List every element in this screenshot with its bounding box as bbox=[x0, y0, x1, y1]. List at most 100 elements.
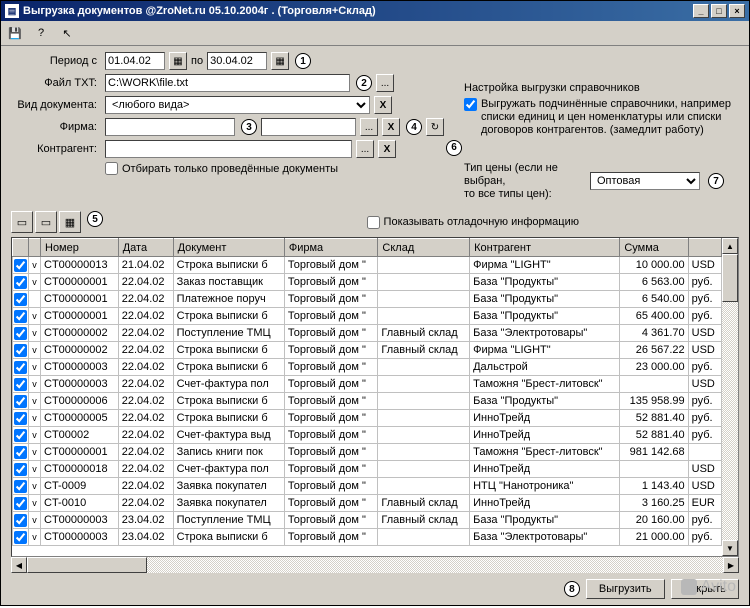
cell-contractor: ИнноТрейд bbox=[470, 410, 620, 427]
table-row[interactable]: vCT0000000122.04.02Заказ поставщикТоргов… bbox=[13, 274, 722, 291]
table-row[interactable]: vCT0000000622.04.02Строка выписки бТорго… bbox=[13, 393, 722, 410]
cell-doc: Заявка покупател bbox=[173, 495, 284, 512]
contractor-clear-button[interactable]: X bbox=[378, 140, 396, 158]
row-checkbox[interactable] bbox=[14, 412, 27, 425]
row-checkbox[interactable] bbox=[14, 378, 27, 391]
row-checkbox[interactable] bbox=[14, 361, 27, 374]
cell-contractor: База "Продукты" bbox=[470, 274, 620, 291]
vertical-scrollbar[interactable]: ▲ ▼ bbox=[722, 238, 738, 556]
row-checkbox[interactable] bbox=[14, 480, 27, 493]
price-type-select[interactable]: Оптовая bbox=[590, 172, 700, 190]
column-header[interactable]: Дата bbox=[118, 239, 173, 257]
row-posted-mark: v bbox=[29, 257, 41, 274]
minimize-button[interactable]: _ bbox=[693, 4, 709, 18]
column-header[interactable] bbox=[688, 239, 721, 257]
window: ▤ Выгрузка документов @ZroNet.ru 05.10.2… bbox=[0, 0, 750, 606]
file-browse-button[interactable]: ... bbox=[376, 74, 394, 92]
cell-currency: руб. bbox=[688, 393, 721, 410]
cell-sum: 21 000.00 bbox=[620, 529, 688, 546]
cell-currency: руб. bbox=[688, 427, 721, 444]
calendar-to-button[interactable]: ▦ bbox=[271, 52, 289, 70]
doctype-select[interactable]: <любого вида> bbox=[105, 96, 370, 114]
cell-num: CT00000018 bbox=[41, 461, 119, 478]
arrow-icon[interactable]: ↖ bbox=[57, 23, 77, 43]
titlebar[interactable]: ▤ Выгрузка документов @ZroNet.ru 05.10.2… bbox=[1, 1, 749, 21]
row-checkbox[interactable] bbox=[14, 446, 27, 459]
grid-btn-2[interactable]: ▭ bbox=[35, 211, 57, 233]
contractor-browse-button[interactable]: ... bbox=[356, 140, 374, 158]
calendar-from-button[interactable]: ▦ bbox=[169, 52, 187, 70]
row-checkbox[interactable] bbox=[14, 514, 27, 527]
cell-sum: 20 160.00 bbox=[620, 512, 688, 529]
column-header[interactable]: Номер bbox=[41, 239, 119, 257]
column-header[interactable]: Склад bbox=[378, 239, 470, 257]
table-row[interactable]: vCT0000000322.04.02Строка выписки бТорго… bbox=[13, 359, 722, 376]
table-row[interactable]: vCT0000001321.04.02Строка выписки бТорго… bbox=[13, 257, 722, 274]
cell-currency: руб. bbox=[688, 512, 721, 529]
column-header[interactable] bbox=[29, 239, 41, 257]
table-row[interactable]: vCT0000000323.04.02Поступление ТМЦТоргов… bbox=[13, 512, 722, 529]
file-input[interactable] bbox=[105, 74, 350, 92]
period-from-input[interactable] bbox=[105, 52, 165, 70]
table-row[interactable]: vCT0000000222.04.02Поступление ТМЦТоргов… bbox=[13, 325, 722, 342]
table-row[interactable]: vCT0000000122.04.02Запись книги покТорго… bbox=[13, 444, 722, 461]
scroll-thumb[interactable] bbox=[722, 254, 738, 302]
column-header[interactable] bbox=[13, 239, 29, 257]
save-icon[interactable]: 💾 bbox=[5, 23, 25, 43]
row-posted-mark: v bbox=[29, 393, 41, 410]
cell-num: CT00000005 bbox=[41, 410, 119, 427]
contractor-input[interactable] bbox=[105, 140, 352, 158]
firm-input-2[interactable] bbox=[261, 118, 356, 136]
firm-browse-button[interactable]: ... bbox=[360, 118, 378, 136]
show-debug-checkbox[interactable] bbox=[367, 216, 380, 229]
only-posted-checkbox[interactable] bbox=[105, 162, 118, 175]
table-row[interactable]: vCT0000000522.04.02Строка выписки бТорго… bbox=[13, 410, 722, 427]
table-row[interactable]: vCT0000001822.04.02Счет-фактура полТорго… bbox=[13, 461, 722, 478]
close-button[interactable]: × bbox=[729, 4, 745, 18]
period-to-input[interactable] bbox=[207, 52, 267, 70]
scroll-down-button[interactable]: ▼ bbox=[722, 540, 738, 556]
export-child-checkbox[interactable] bbox=[464, 98, 477, 111]
firm-input[interactable] bbox=[105, 118, 235, 136]
row-checkbox[interactable] bbox=[14, 531, 27, 544]
column-header[interactable]: Контрагент bbox=[470, 239, 620, 257]
row-checkbox[interactable] bbox=[14, 293, 27, 306]
table-row[interactable]: vCT-000922.04.02Заявка покупателТорговый… bbox=[13, 478, 722, 495]
scroll-right-button[interactable]: ▶ bbox=[723, 557, 739, 573]
scroll-left-button[interactable]: ◀ bbox=[11, 557, 27, 573]
grid-btn-3[interactable]: ▦ bbox=[59, 211, 81, 233]
table-row[interactable]: vCT0000222.04.02Счет-фактура выдТорговый… bbox=[13, 427, 722, 444]
help-icon[interactable]: ? bbox=[31, 23, 51, 43]
firm-clear-button[interactable]: X bbox=[382, 118, 400, 136]
column-header[interactable]: Сумма bbox=[620, 239, 688, 257]
row-checkbox[interactable] bbox=[14, 429, 27, 442]
row-checkbox[interactable] bbox=[14, 497, 27, 510]
row-checkbox[interactable] bbox=[14, 310, 27, 323]
column-header[interactable]: Документ bbox=[173, 239, 284, 257]
column-header[interactable]: Фирма bbox=[284, 239, 378, 257]
row-checkbox[interactable] bbox=[14, 276, 27, 289]
scroll-up-button[interactable]: ▲ bbox=[722, 238, 738, 254]
maximize-button[interactable]: □ bbox=[711, 4, 727, 18]
period-from-label: Период с bbox=[11, 55, 101, 67]
table-row[interactable]: vCT0000000222.04.02Строка выписки бТорго… bbox=[13, 342, 722, 359]
row-checkbox[interactable] bbox=[14, 344, 27, 357]
export-button[interactable]: Выгрузить bbox=[586, 579, 665, 599]
doctype-clear-button[interactable]: X bbox=[374, 96, 392, 114]
row-checkbox[interactable] bbox=[14, 259, 27, 272]
table-row[interactable]: CT0000000122.04.02Платежное поручТорговы… bbox=[13, 291, 722, 308]
cell-currency: USD bbox=[688, 257, 721, 274]
grid-btn-1[interactable]: ▭ bbox=[11, 211, 33, 233]
row-checkbox[interactable] bbox=[14, 463, 27, 476]
hscroll-thumb[interactable] bbox=[27, 557, 147, 573]
cell-currency: руб. bbox=[688, 359, 721, 376]
table-row[interactable]: vCT0000000323.04.02Строка выписки бТорго… bbox=[13, 529, 722, 546]
horizontal-scrollbar[interactable]: ◀ ▶ bbox=[11, 557, 739, 573]
table-row[interactable]: vCT0000000322.04.02Счет-фактура полТорго… bbox=[13, 376, 722, 393]
table-row[interactable]: vCT0000000122.04.02Строка выписки бТорго… bbox=[13, 308, 722, 325]
refresh-button[interactable]: ↻ bbox=[426, 118, 444, 136]
row-checkbox[interactable] bbox=[14, 327, 27, 340]
cell-firm: Торговый дом " bbox=[284, 529, 378, 546]
table-row[interactable]: vCT-001022.04.02Заявка покупателТорговый… bbox=[13, 495, 722, 512]
row-checkbox[interactable] bbox=[14, 395, 27, 408]
